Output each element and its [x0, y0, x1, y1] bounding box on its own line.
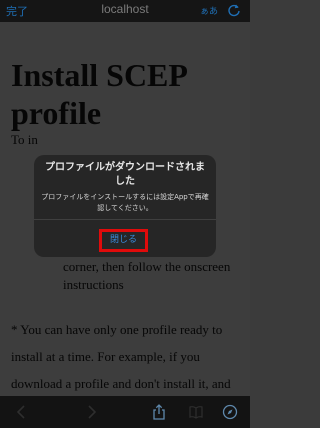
bookmarks-icon[interactable] — [188, 404, 204, 420]
share-icon[interactable] — [151, 404, 167, 420]
browser-bottom-toolbar — [0, 396, 250, 428]
download-alert-dialog: プロファイルがダウンロードされました プロファイルをインストールするには設定Ap… — [34, 155, 216, 257]
close-button[interactable]: 閉じる — [99, 229, 148, 252]
browser-top-bar: 完了 localhost ぁあ — [0, 0, 250, 22]
reload-icon[interactable] — [227, 3, 241, 17]
page-title: Install SCEP profile — [11, 57, 187, 131]
forward-icon[interactable] — [83, 404, 99, 420]
page-text-note: * You can have only one profile ready to… — [11, 322, 231, 391]
text-size-button[interactable]: ぁあ — [200, 4, 218, 17]
alert-message: プロファイルをインストールするには設定Appで再確認してください。 — [41, 193, 209, 212]
alert-divider — [34, 219, 216, 220]
page-text-partial: To in — [11, 132, 38, 147]
back-icon[interactable] — [14, 404, 30, 420]
page-text-instructions: corner, then follow the onscreen instruc… — [63, 259, 231, 292]
compass-icon[interactable] — [222, 404, 238, 420]
alert-title: プロファイルがダウンロードされました — [45, 162, 205, 187]
